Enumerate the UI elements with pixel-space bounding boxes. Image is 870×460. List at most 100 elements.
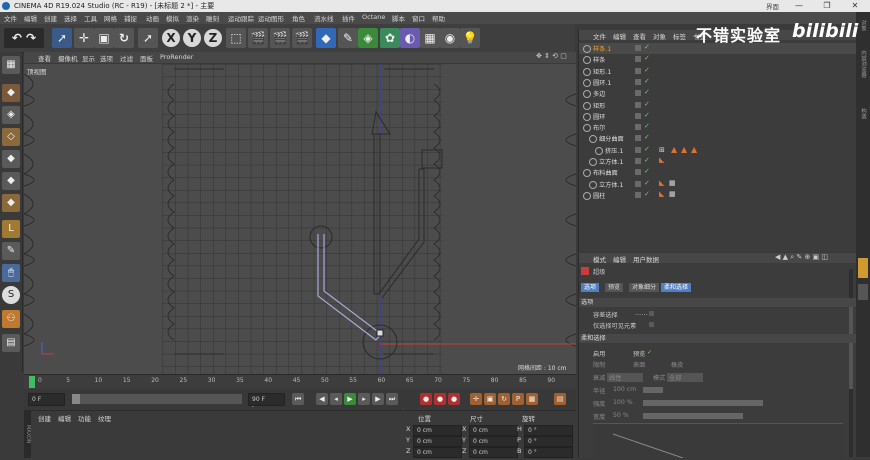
soft-selection-slider[interactable] <box>643 387 663 393</box>
soft-selection-value[interactable]: 100 % <box>613 399 633 406</box>
size-field[interactable]: 0 cm <box>469 447 518 458</box>
menu-item[interactable]: Octane <box>362 13 385 21</box>
deformer-tag-icon[interactable]: ▲ <box>681 145 687 154</box>
object-row[interactable]: 圆环 ✓ <box>579 111 857 122</box>
snap-icon[interactable]: S <box>2 286 20 304</box>
texture-tag-icon[interactable]: ◣ <box>659 190 664 198</box>
soft-selection-value[interactable]: ✓ <box>647 349 652 356</box>
visibility-dots[interactable] <box>635 78 641 85</box>
object-manager-menu-item[interactable]: 文件 <box>593 31 606 41</box>
solo-mode-icon[interactable]: ▤ <box>2 334 20 352</box>
visibility-dots[interactable] <box>635 67 641 74</box>
object-name[interactable]: 挤压.1 <box>605 146 623 155</box>
position-field[interactable]: 0 cm <box>413 425 462 436</box>
object-name[interactable]: 样条 <box>593 55 605 64</box>
attribute-checkbox[interactable] <box>649 322 654 327</box>
menu-item[interactable]: 工具 <box>84 13 97 23</box>
model-mode-icon[interactable]: ◆ <box>2 84 20 102</box>
range-handle-start[interactable] <box>72 394 80 404</box>
deformer-tag-icon[interactable]: ▲ <box>691 145 697 154</box>
attribute-menu-item[interactable]: 用户数据 <box>633 254 659 264</box>
array-generator-icon[interactable]: ✿ <box>380 28 400 48</box>
object-name[interactable]: 布料曲面 <box>593 168 618 177</box>
object-row[interactable]: 细分曲面 ✓ <box>579 133 857 144</box>
soft-selection-value[interactable]: 50 % <box>613 412 629 419</box>
texture-tag-icon[interactable]: ◣ <box>659 179 664 187</box>
size-field[interactable]: 0 cm <box>469 436 518 447</box>
menu-item[interactable]: 文件 <box>4 13 17 23</box>
visibility-dots[interactable] <box>635 124 641 131</box>
enabled-checkmark-icon[interactable]: ✓ <box>644 77 650 85</box>
scale-tool-icon[interactable]: ▣ <box>94 28 114 48</box>
visibility-dots[interactable] <box>635 45 641 51</box>
soft-selection-slider[interactable] <box>643 413 743 419</box>
viewport-menu-item[interactable]: 面板 <box>140 53 153 63</box>
start-frame-field[interactable]: 0 F <box>28 393 65 406</box>
object-name[interactable]: 立方体.1 <box>599 180 623 189</box>
visibility-dots[interactable] <box>635 191 641 198</box>
dock-tab-content[interactable]: 内容浏览器 <box>859 50 867 78</box>
render-to-picture-viewer-icon[interactable]: 🎬 <box>270 28 290 48</box>
go-end-button[interactable]: ⏭ <box>386 393 398 405</box>
timeline-ruler[interactable]: 0 5 10 15 20 25 30 35 40 45 50 55 60 65 70 75 80 85 90 <box>24 374 576 390</box>
pen-spline-icon[interactable]: ✎ <box>338 28 358 48</box>
menu-item[interactable]: 渲染 <box>186 13 199 23</box>
object-name[interactable]: 圆环.1 <box>593 78 611 87</box>
texture-tag-icon[interactable]: ◣ <box>659 156 664 164</box>
object-manager-menu-item[interactable]: 标签 <box>673 31 686 41</box>
enabled-checkmark-icon[interactable]: ✓ <box>644 111 650 119</box>
object-row[interactable]: 圆环.1 ✓ <box>579 77 857 88</box>
enabled-checkmark-icon[interactable]: ✓ <box>644 54 650 62</box>
viewport-top[interactable] <box>24 64 576 374</box>
material-menu-item[interactable]: 纹理 <box>98 413 111 423</box>
y-axis-toggle[interactable]: Y <box>183 29 201 47</box>
object-name[interactable]: 圆柱 <box>593 191 605 200</box>
record-button[interactable]: ● <box>420 393 432 405</box>
x-axis-toggle[interactable]: X <box>162 29 180 47</box>
timeline-window-button[interactable]: ▤ <box>554 393 566 405</box>
attribute-checkbox[interactable] <box>649 311 654 316</box>
last-tool-icon[interactable]: ➚ <box>138 28 158 48</box>
menu-item[interactable]: 窗口 <box>412 13 425 23</box>
dock-tab-objects[interactable]: 对象 <box>859 20 867 31</box>
locked-workplane-icon[interactable]: ⚇ <box>2 310 20 328</box>
attribute-tab[interactable]: 选项 <box>581 283 600 292</box>
tweak-mode-icon[interactable]: ✎ <box>2 242 20 260</box>
viewport-menu-item[interactable]: 显示 <box>82 53 95 63</box>
frame-range-slider[interactable]: 90 F <box>72 394 260 409</box>
viewport-menu-item[interactable]: 摄像机 <box>58 53 78 63</box>
soft-selection-value[interactable]: 全部 <box>667 373 703 382</box>
object-row[interactable]: 立方体.1 ✓ ◣ <box>579 156 857 167</box>
light-icon[interactable]: 💡 <box>460 28 480 48</box>
enabled-checkmark-icon[interactable]: ✓ <box>644 179 650 187</box>
next-frame-button[interactable]: ▸ <box>358 393 370 405</box>
menu-item[interactable]: 创建 <box>44 13 57 23</box>
visibility-dots[interactable] <box>635 180 641 187</box>
viewport-menu-item[interactable]: 选项 <box>100 53 113 63</box>
viewport-nav-icons[interactable]: ✥ ⇕ ⟲ ▢ <box>536 52 567 60</box>
enabled-checkmark-icon[interactable]: ✓ <box>644 190 650 198</box>
prev-key-button[interactable]: ◀ <box>316 393 328 405</box>
attribute-tab[interactable]: 对象细分 <box>629 283 660 292</box>
pla-key-button[interactable]: ▦ <box>526 393 538 405</box>
spline-point-handle[interactable] <box>376 329 384 337</box>
deformer-tag-icon[interactable]: ▲ <box>671 145 677 154</box>
dock-tab-structure[interactable]: 构造 <box>859 108 867 119</box>
z-axis-toggle[interactable]: Z <box>204 29 222 47</box>
end-frame-field[interactable]: 90 F <box>248 393 285 406</box>
rotate-tool-icon[interactable]: ↻ <box>114 28 134 48</box>
menu-item[interactable]: 选择 <box>64 13 77 23</box>
camera-icon[interactable]: ◉ <box>440 28 460 48</box>
visibility-dots[interactable] <box>635 90 641 97</box>
enabled-checkmark-icon[interactable]: ✓ <box>644 133 650 141</box>
position-field[interactable]: 0 cm <box>413 447 462 458</box>
render-settings-icon[interactable]: 🎬 <box>292 28 312 48</box>
object-row[interactable]: 矩形 ✓ <box>579 100 857 111</box>
position-key-button[interactable]: ✛ <box>470 393 482 405</box>
object-name[interactable]: 矩形.1 <box>593 67 611 76</box>
menu-item[interactable]: 流水线 <box>314 13 334 23</box>
auto-key-button[interactable]: ● <box>434 393 446 405</box>
move-tool-icon[interactable]: ✛ <box>74 28 94 48</box>
object-name[interactable]: 多边 <box>593 89 605 98</box>
checker-material-icon[interactable]: ▦ <box>669 179 676 187</box>
